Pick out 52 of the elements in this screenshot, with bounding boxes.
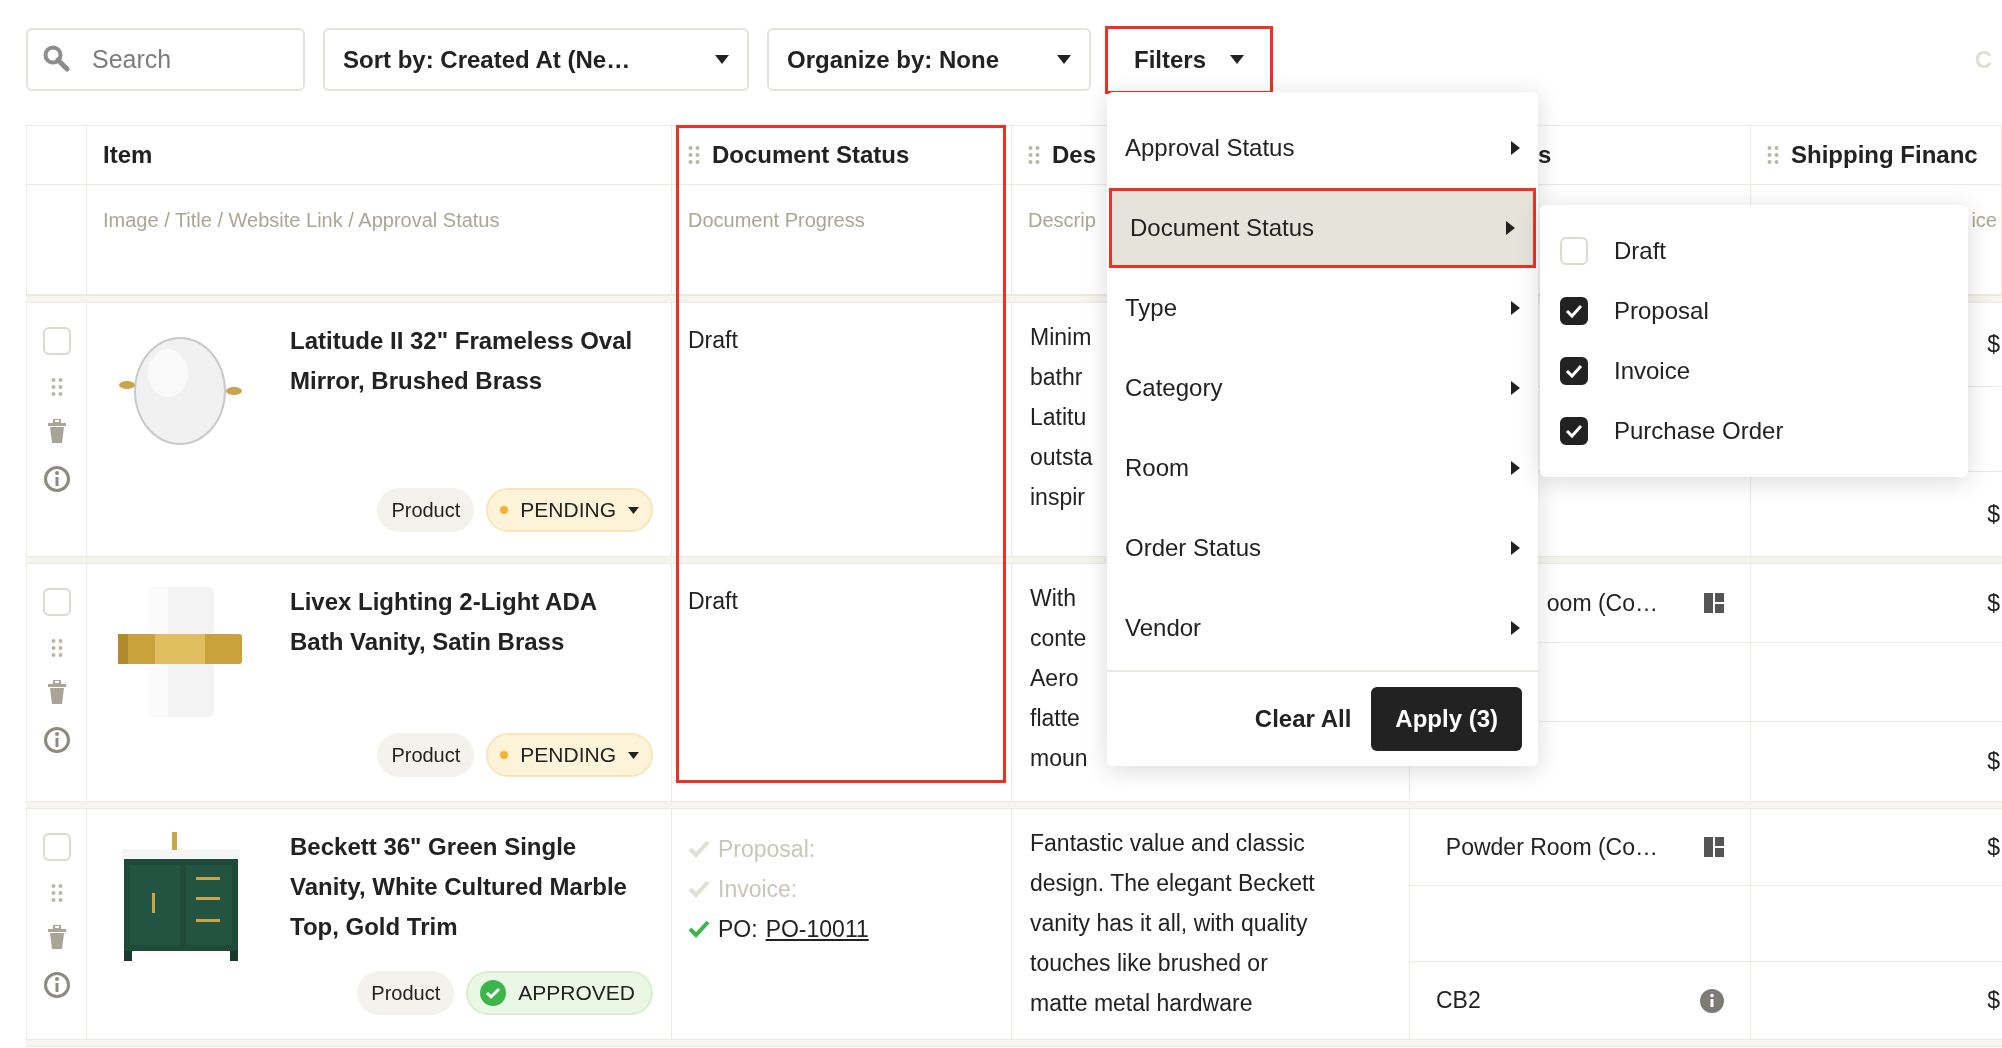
filter-option[interactable]: Draft: [1540, 221, 1968, 281]
amount: $: [1987, 832, 2000, 862]
menu-item[interactable]: Vendor: [1107, 588, 1538, 668]
menu-item[interactable]: Order Status: [1107, 508, 1538, 588]
document-label: Proposal:: [718, 834, 816, 864]
type-tag: Product: [377, 488, 475, 532]
amount: $: [1987, 747, 2000, 777]
type-tag: Product: [377, 733, 475, 777]
column-subheader: Document Progress: [688, 208, 865, 233]
document-label: Invoice:: [718, 874, 798, 904]
column-header[interactable]: s: [1538, 137, 1552, 173]
menu-item[interactable]: Category: [1107, 348, 1538, 428]
column-header[interactable]: Shipping Financ: [1791, 137, 1978, 173]
description-text: Fantastic value and classic design. The elegant Beckett vanity has it all, with quality touches like brushed or matte metal hardware: [1030, 829, 1315, 1018]
item-title[interactable]: Livex Lighting 2-Light ADA Bath Vanity, Satin Brass: [290, 582, 635, 722]
document-status: Draft: [688, 327, 738, 353]
menu-item[interactable]: Document Status: [1109, 188, 1536, 268]
column-header[interactable]: Des: [1052, 137, 1097, 173]
room-name[interactable]: oom (Co…: [1546, 585, 1658, 621]
amount: $: [1987, 588, 2000, 618]
filter-option[interactable]: Proposal: [1540, 281, 1968, 341]
column-subheader: ice: [1971, 208, 1997, 233]
description-text: Minim bathr Latitu outsta inspir: [1030, 323, 1093, 512]
document-status: Draft: [688, 588, 738, 614]
type-tag: Product: [357, 971, 455, 1015]
filter-option[interactable]: Invoice: [1540, 341, 1968, 401]
filter-option[interactable]: Purchase Order: [1540, 401, 1968, 461]
approval-status-dropdown[interactable]: APPROVED: [466, 971, 653, 1015]
column-header[interactable]: Item: [103, 137, 153, 173]
sort-dropdown[interactable]: Sort by: Created At (Ne…: [323, 28, 749, 91]
apply-button[interactable]: Apply (3): [1371, 687, 1522, 751]
room-name[interactable]: Powder Room (Co…: [1445, 829, 1658, 865]
menu-item[interactable]: Approval Status: [1107, 108, 1538, 188]
description-text: With conte Aero flatte moun: [1030, 584, 1088, 773]
amount: $: [1987, 499, 2000, 529]
column-header[interactable]: Document Status: [712, 137, 910, 173]
item-title[interactable]: Latitude II 32" Frameless Oval Mirror, Brushed Brass: [290, 321, 635, 461]
amount: $: [1987, 986, 2000, 1016]
amount: $: [1987, 330, 2000, 360]
document-link[interactable]: PO-10011: [765, 911, 869, 947]
menu-item[interactable]: Room: [1107, 428, 1538, 508]
approval-status-dropdown[interactable]: PENDING: [486, 488, 653, 532]
search-field[interactable]: Search: [26, 28, 305, 91]
menu-item[interactable]: Type: [1107, 268, 1538, 348]
column-subheader: Descrip: [1028, 208, 1096, 233]
clear-all-button[interactable]: Clear All: [1254, 701, 1352, 737]
item-title[interactable]: Beckett 36" Green Single Vanity, White Cultured Marble Top, Gold Trim: [290, 827, 635, 967]
document-label: PO:: [718, 914, 758, 944]
organize-dropdown[interactable]: Organize by: None: [767, 28, 1091, 91]
vendor-name[interactable]: CB2: [1436, 983, 1481, 1018]
approval-status-dropdown[interactable]: PENDING: [486, 733, 653, 777]
column-subheader: Image / Title / Website Link / Approval Status: [103, 208, 500, 233]
